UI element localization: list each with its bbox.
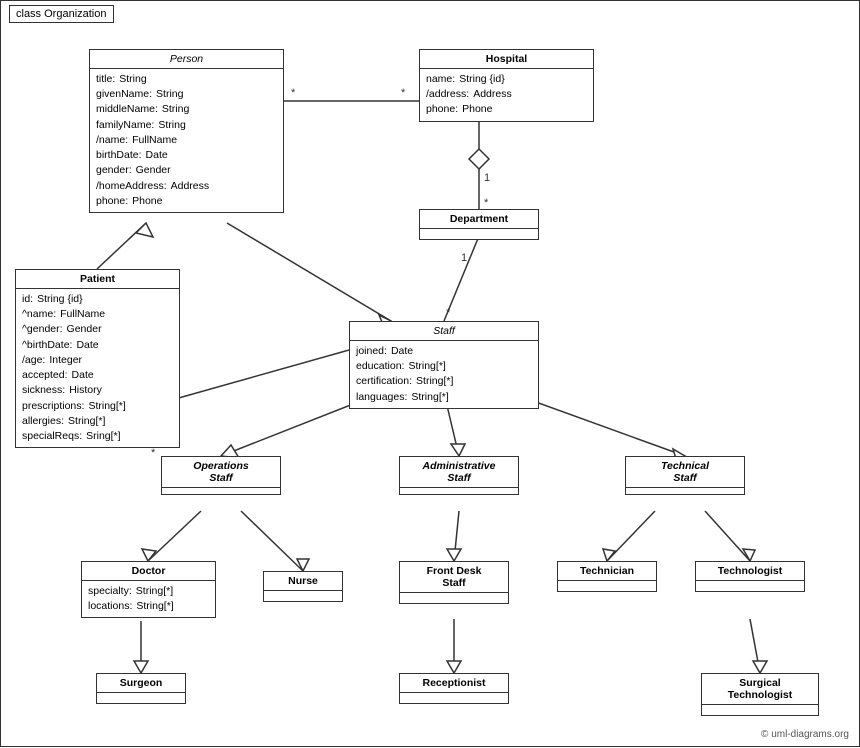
- class-doctor-attrs: specialty:String[*] locations:String[*]: [82, 581, 215, 617]
- class-nurse-title: Nurse: [264, 572, 342, 591]
- svg-text:*: *: [291, 87, 296, 99]
- diagram-title: class Organization: [9, 5, 114, 23]
- class-staff: Staff joined:Date education:String[*] ce…: [349, 321, 539, 409]
- class-surgeon: Surgeon: [96, 673, 186, 704]
- class-surgeon-title: Surgeon: [97, 674, 185, 693]
- class-operations-staff: OperationsStaff: [161, 456, 281, 495]
- svg-text:*: *: [446, 307, 451, 319]
- class-patient-title: Patient: [16, 270, 179, 289]
- svg-text:*: *: [401, 87, 406, 99]
- class-administrative-staff: AdministrativeStaff: [399, 456, 519, 495]
- class-department-attrs: [420, 229, 538, 239]
- class-technical-staff: TechnicalStaff: [625, 456, 745, 495]
- class-patient: Patient id:String {id} ^name:FullName ^g…: [15, 269, 180, 448]
- class-person-attrs: title:String givenName:String middleName…: [90, 69, 283, 212]
- class-hospital: Hospital name:String {id} /address:Addre…: [419, 49, 594, 122]
- class-technical-staff-title: TechnicalStaff: [626, 457, 744, 488]
- class-patient-attrs: id:String {id} ^name:FullName ^gender:Ge…: [16, 289, 179, 447]
- class-department: Department: [419, 209, 539, 240]
- class-technician-title: Technician: [558, 562, 656, 581]
- class-technologist: Technologist: [695, 561, 805, 592]
- diagram-container: class Organization * * 1 * 1 *: [0, 0, 860, 747]
- class-front-desk-staff-title: Front DeskStaff: [400, 562, 508, 593]
- svg-text:1: 1: [461, 252, 467, 264]
- svg-text:*: *: [484, 197, 489, 209]
- class-staff-attrs: joined:Date education:String[*] certific…: [350, 341, 538, 408]
- class-doctor: Doctor specialty:String[*] locations:Str…: [81, 561, 216, 618]
- class-department-title: Department: [420, 210, 538, 229]
- class-doctor-title: Doctor: [82, 562, 215, 581]
- class-surgical-technologist-title: SurgicalTechnologist: [702, 674, 818, 705]
- class-administrative-staff-title: AdministrativeStaff: [400, 457, 518, 488]
- class-hospital-attrs: name:String {id} /address:Address phone:…: [420, 69, 593, 121]
- class-surgical-technologist: SurgicalTechnologist: [701, 673, 819, 716]
- svg-text:*: *: [151, 447, 156, 459]
- class-person-title: Person: [90, 50, 283, 69]
- class-staff-title: Staff: [350, 322, 538, 341]
- class-receptionist: Receptionist: [399, 673, 509, 704]
- class-receptionist-title: Receptionist: [400, 674, 508, 693]
- class-operations-staff-title: OperationsStaff: [162, 457, 280, 488]
- class-person: Person title:String givenName:String mid…: [89, 49, 284, 213]
- class-nurse: Nurse: [263, 571, 343, 602]
- class-hospital-title: Hospital: [420, 50, 593, 69]
- copyright: © uml-diagrams.org: [761, 729, 849, 740]
- class-front-desk-staff: Front DeskStaff: [399, 561, 509, 604]
- class-technologist-title: Technologist: [696, 562, 804, 581]
- svg-text:1: 1: [484, 172, 490, 184]
- class-technician: Technician: [557, 561, 657, 592]
